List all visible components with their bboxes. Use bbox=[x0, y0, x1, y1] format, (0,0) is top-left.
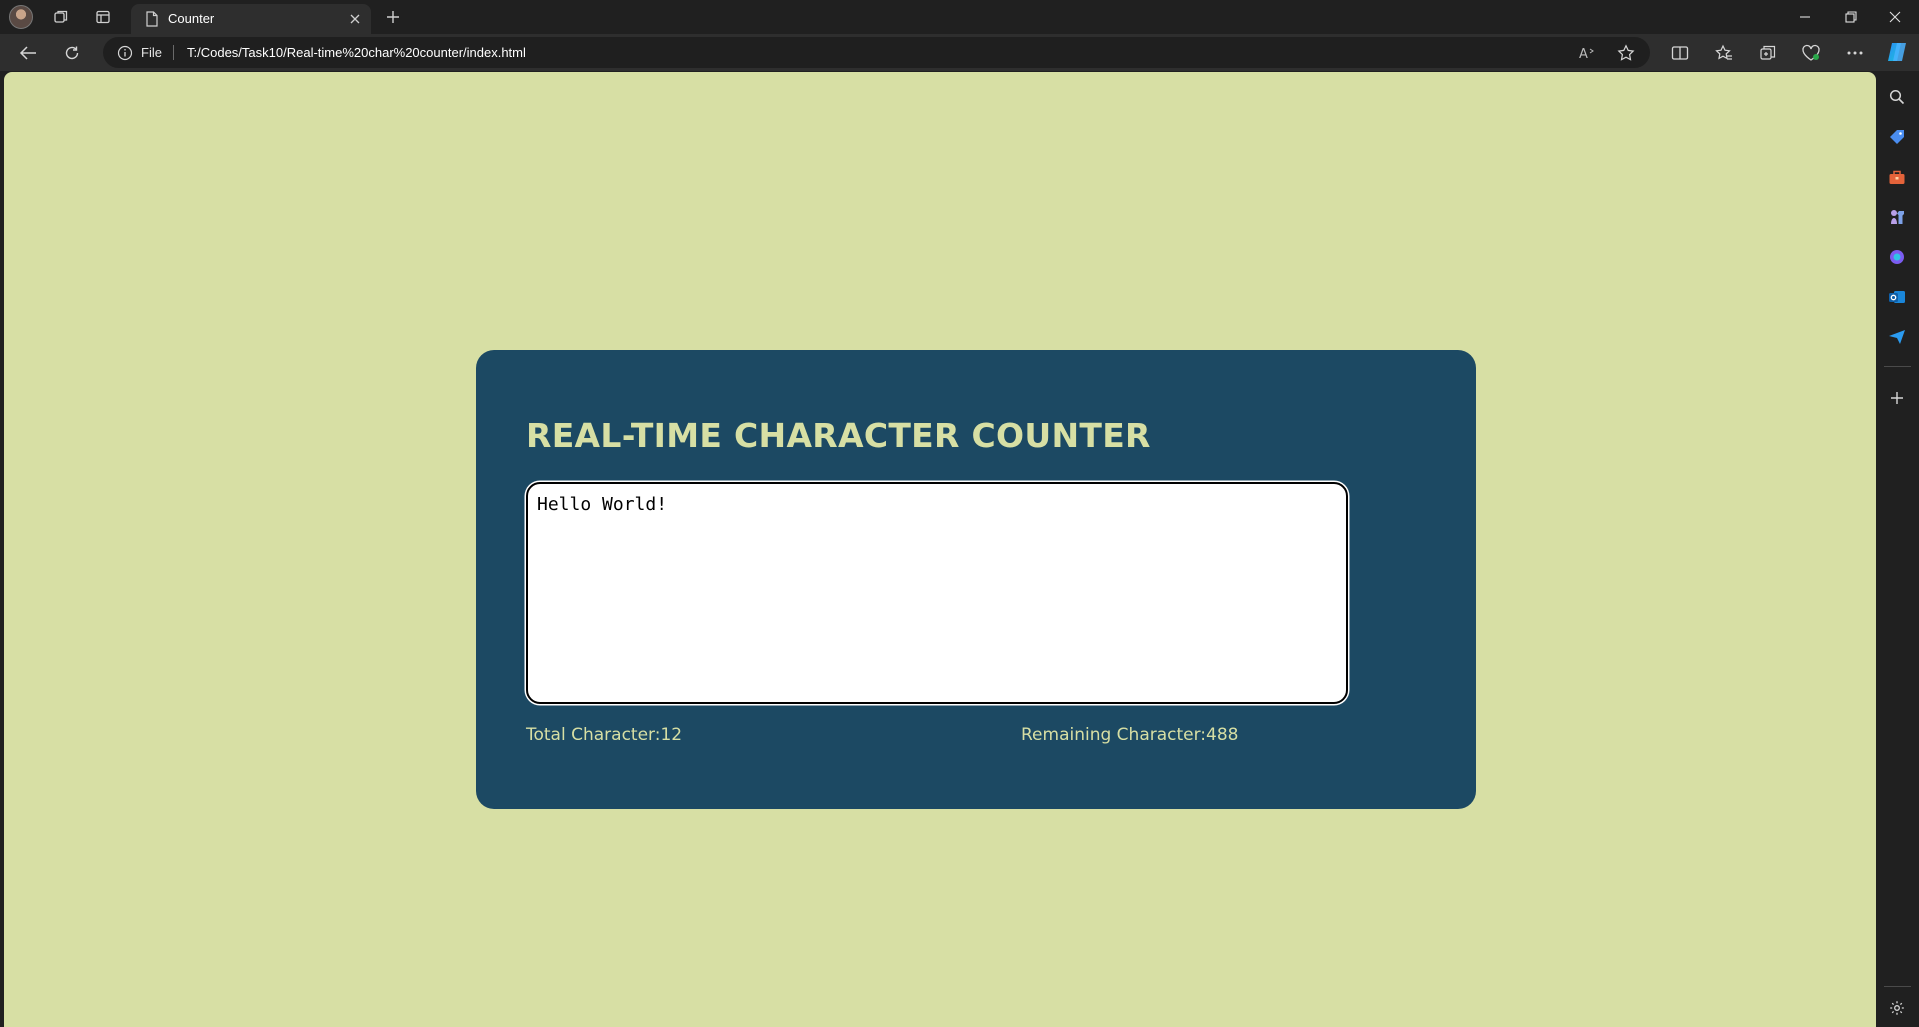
close-window-icon[interactable] bbox=[1883, 5, 1907, 29]
remaining-character-value: 488 bbox=[1206, 725, 1239, 745]
add-icon[interactable] bbox=[1885, 386, 1909, 410]
total-character-value: 12 bbox=[660, 725, 683, 745]
outlook-icon[interactable] bbox=[1885, 285, 1909, 309]
refresh-icon[interactable] bbox=[60, 41, 84, 65]
favorites-icon[interactable] bbox=[1712, 41, 1736, 65]
browser-essentials-icon[interactable] bbox=[1799, 41, 1823, 65]
page-viewport: REAL-TIME CHARACTER COUNTER Hello World!… bbox=[4, 72, 1876, 1027]
settings-icon[interactable] bbox=[1885, 996, 1909, 1020]
browser-toolbar: File T:/Codes/Task10/Real-time%20char%20… bbox=[0, 34, 1919, 71]
total-character-label: Total Character: bbox=[526, 725, 661, 745]
back-icon[interactable] bbox=[16, 41, 40, 65]
address-scheme-label: File bbox=[141, 45, 162, 60]
total-character-count: Total Character:12 bbox=[526, 725, 682, 745]
split-screen-icon[interactable] bbox=[1668, 41, 1692, 65]
edge-sidebar bbox=[1876, 71, 1919, 1027]
workspaces-icon[interactable] bbox=[49, 5, 73, 29]
chess-icon[interactable] bbox=[1885, 205, 1909, 229]
page-icon bbox=[140, 7, 164, 31]
tab-counter[interactable]: Counter bbox=[131, 4, 371, 34]
copilot-app-icon[interactable] bbox=[1885, 245, 1909, 269]
page-title: REAL-TIME CHARACTER COUNTER bbox=[526, 416, 1151, 455]
restore-icon[interactable] bbox=[1839, 5, 1863, 29]
address-bar[interactable]: File T:/Codes/Task10/Real-time%20char%20… bbox=[103, 37, 1650, 68]
vertical-tabs-icon[interactable] bbox=[91, 5, 115, 29]
remaining-character-count: Remaining Character:488 bbox=[1021, 725, 1239, 745]
read-aloud-icon[interactable]: A bbox=[1575, 41, 1599, 65]
profile-avatar[interactable] bbox=[9, 5, 33, 29]
search-icon[interactable] bbox=[1885, 85, 1909, 109]
sidebar-divider-bottom bbox=[1884, 986, 1911, 987]
text-input[interactable]: Hello World! bbox=[526, 482, 1348, 704]
info-icon[interactable] bbox=[113, 41, 137, 65]
title-bar: Counter bbox=[0, 0, 1919, 34]
minimize-icon[interactable] bbox=[1793, 5, 1817, 29]
copilot-icon[interactable] bbox=[1885, 40, 1909, 64]
remaining-character-label: Remaining Character: bbox=[1021, 725, 1207, 745]
favorite-star-icon[interactable] bbox=[1614, 41, 1638, 65]
svg-text:A: A bbox=[1579, 47, 1588, 61]
more-menu-icon[interactable] bbox=[1843, 41, 1867, 65]
sidebar-divider bbox=[1884, 366, 1911, 367]
collections-icon[interactable] bbox=[1756, 41, 1780, 65]
close-tab-icon[interactable] bbox=[343, 7, 367, 31]
new-tab-icon[interactable] bbox=[381, 5, 405, 29]
address-url[interactable]: T:/Codes/Task10/Real-time%20char%20count… bbox=[187, 45, 526, 60]
toolbox-icon[interactable] bbox=[1885, 165, 1909, 189]
address-separator bbox=[173, 45, 174, 60]
tab-title: Counter bbox=[168, 11, 215, 26]
tag-icon[interactable] bbox=[1885, 125, 1909, 149]
counter-card: REAL-TIME CHARACTER COUNTER Hello World!… bbox=[476, 350, 1476, 809]
send-icon[interactable] bbox=[1885, 325, 1909, 349]
